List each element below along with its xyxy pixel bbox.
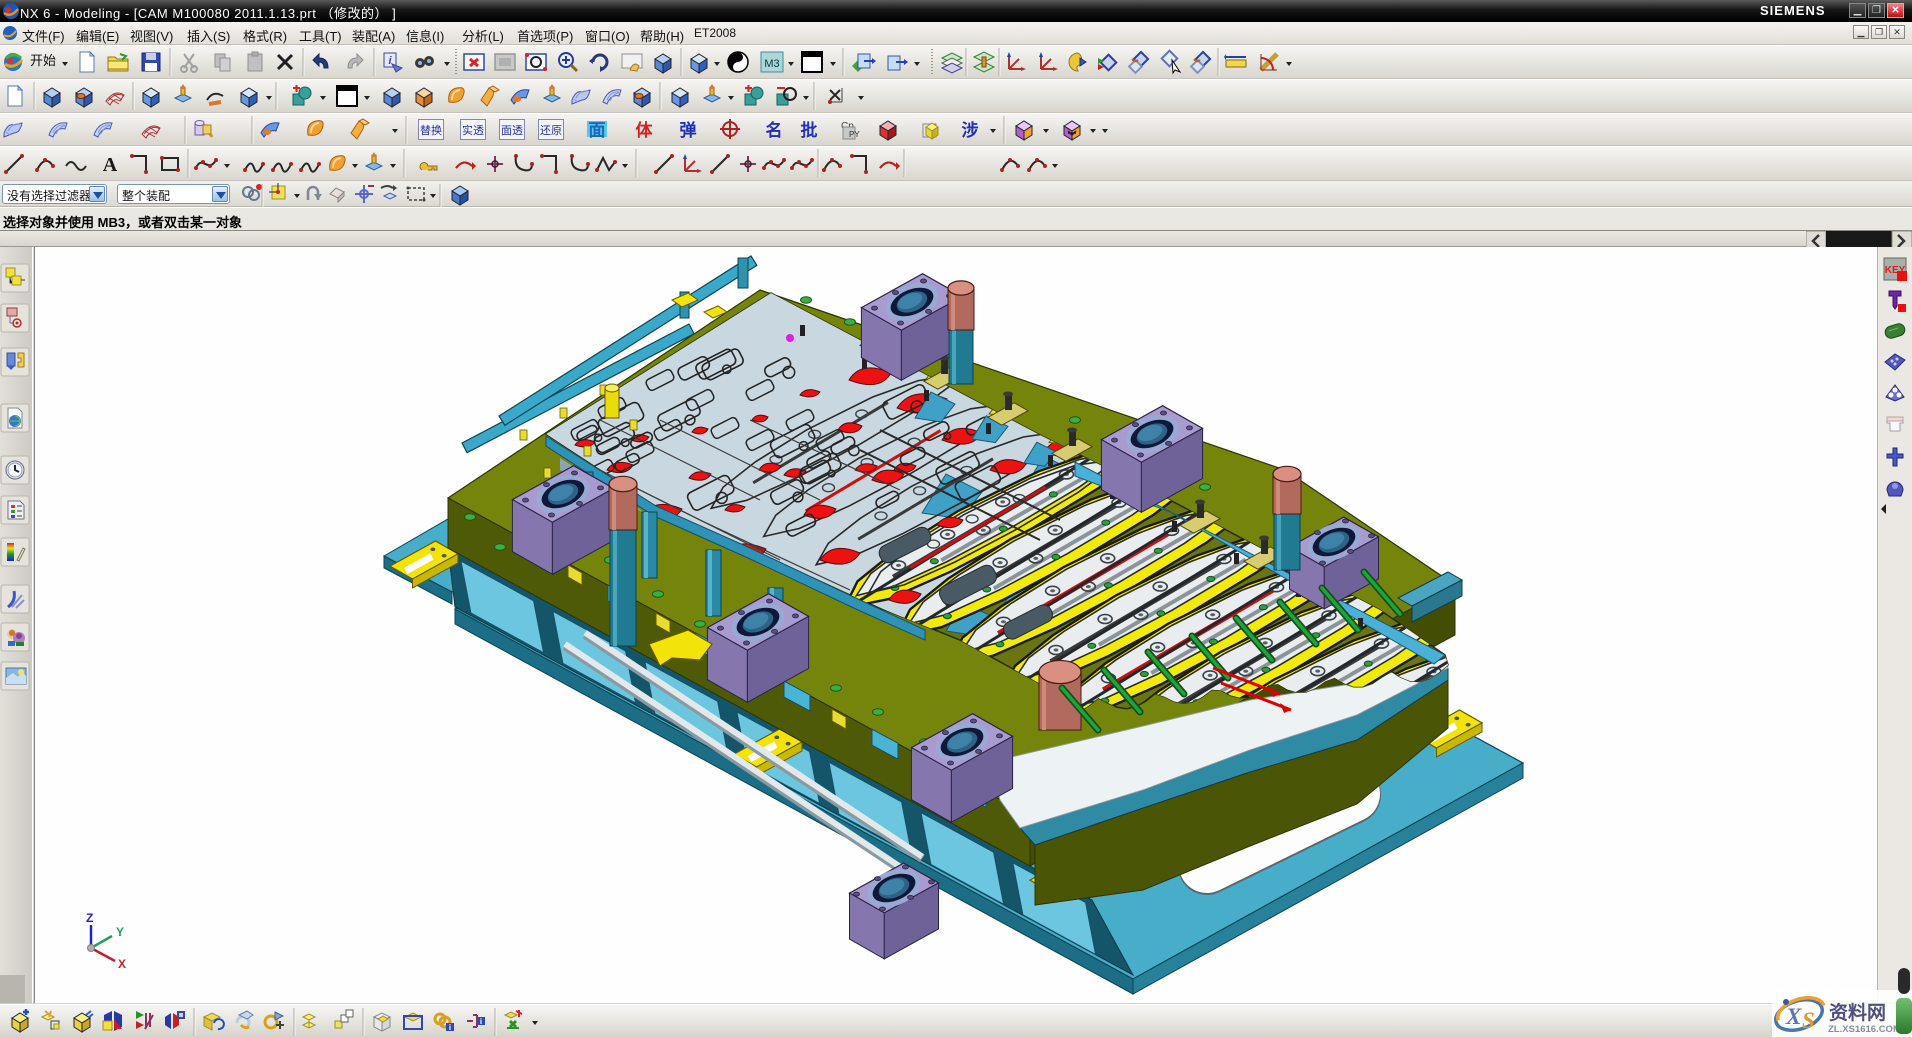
svg-text:S: S (1802, 1008, 1815, 1033)
svg-text:替换: 替换 (420, 123, 442, 137)
svg-text:弹: 弹 (680, 120, 697, 140)
svg-text:面透: 面透 (501, 124, 523, 137)
svg-text:开始: 开始 (30, 53, 56, 68)
svg-text:名: 名 (766, 120, 783, 140)
svg-text:PY: PY (849, 130, 860, 139)
svg-text:X: X (1785, 1004, 1802, 1029)
svg-text:体: 体 (636, 120, 654, 140)
svg-text:涉: 涉 (962, 121, 979, 140)
svg-text:面: 面 (589, 121, 606, 140)
svg-text:M3: M3 (764, 58, 779, 70)
svg-text:实透: 实透 (462, 123, 484, 137)
svg-text:i: i (480, 1017, 482, 1026)
svg-text:资料网: 资料网 (1829, 1001, 1886, 1024)
svg-text:还原: 还原 (540, 124, 562, 137)
svg-text:Z: Z (86, 911, 93, 925)
svg-text:X: X (118, 957, 126, 971)
svg-text:i: i (449, 1023, 451, 1032)
svg-text:批: 批 (801, 120, 818, 140)
svg-text:Y: Y (116, 925, 124, 939)
svg-text:A: A (103, 154, 118, 176)
svg-text:ZL.XS1616.COM: ZL.XS1616.COM (1828, 1024, 1901, 1035)
